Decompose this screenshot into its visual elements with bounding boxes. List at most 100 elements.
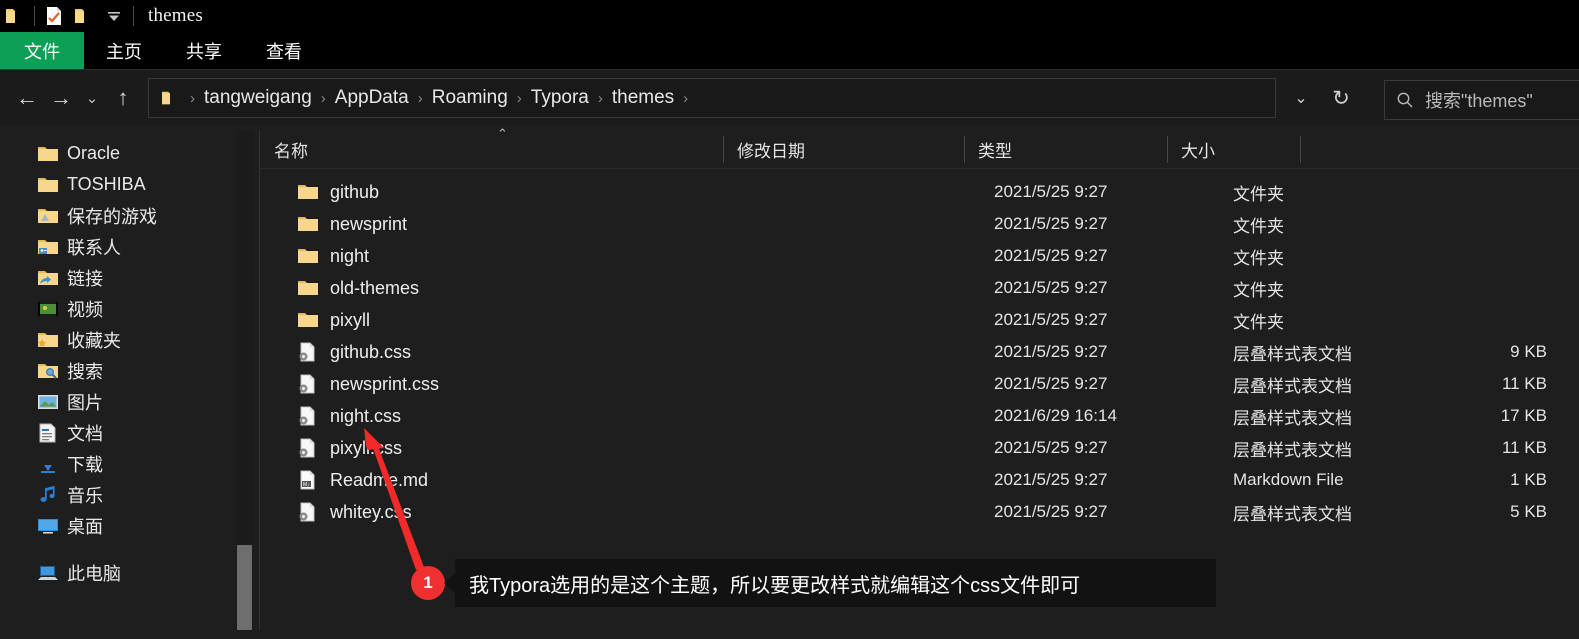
tab-home[interactable]: 主页	[84, 32, 164, 70]
file-name-cell[interactable]: M↓ Readme.md	[296, 469, 428, 491]
folder-icon[interactable]	[0, 1, 30, 31]
searches-folder-icon	[36, 360, 60, 382]
file-name-label: night	[330, 245, 370, 266]
customize-dropdown-icon[interactable]	[99, 1, 129, 31]
table-row[interactable]: pixyll 2021/5/25 9:27 文件夹	[260, 304, 1579, 336]
sidebar-item-label: 桌面	[67, 516, 103, 537]
column-divider[interactable]	[1167, 136, 1168, 163]
file-date-cell: 2021/5/25 9:27	[994, 182, 1108, 201]
column-header-type[interactable]: 类型	[964, 130, 1167, 168]
column-divider[interactable]	[723, 136, 724, 163]
file-list: github 2021/5/25 9:27 文件夹 newsprint 2021/5/2…	[260, 176, 1579, 556]
tab-share[interactable]: 共享	[164, 32, 244, 70]
column-divider[interactable]	[964, 136, 965, 163]
file-name-cell[interactable]: whitey.css	[296, 501, 412, 523]
navigation-bar: ← → ⌄ ↑ › tangweigang › AppData › Roamin…	[0, 70, 1579, 126]
file-name-cell[interactable]: night	[296, 245, 369, 267]
file-name-cell[interactable]: github.css	[296, 341, 411, 363]
file-type-cell: Markdown File	[1233, 470, 1344, 489]
previous-locations-button[interactable]: ⌄	[1284, 81, 1318, 115]
breadcrumb-separator[interactable]: ›	[678, 90, 693, 107]
breadcrumb-separator[interactable]: ›	[316, 90, 331, 107]
file-name-cell[interactable]: pixyll.css	[296, 437, 402, 459]
column-header-name[interactable]: 名称	[260, 130, 723, 168]
css-file-icon	[296, 373, 320, 395]
sidebar-item-label: TOSHIBA	[67, 174, 146, 194]
sidebar-item-保存的游戏[interactable]: 保存的游戏	[0, 200, 232, 231]
file-size-cell: 17 KB	[1500, 406, 1547, 425]
file-name-cell[interactable]: github	[296, 181, 379, 203]
table-row[interactable]: old-themes 2021/5/25 9:27 文件夹	[260, 272, 1579, 304]
table-row[interactable]: github 2021/5/25 9:27 文件夹	[260, 176, 1579, 208]
breadcrumb-item-themes[interactable]: themes	[608, 87, 678, 109]
file-name-label: Readme.md	[330, 469, 429, 490]
properties-icon[interactable]	[39, 1, 69, 31]
file-name-cell[interactable]: pixyll	[296, 309, 370, 331]
sidebar-item-Oracle[interactable]: Oracle	[0, 138, 232, 169]
breadcrumb-separator[interactable]: ›	[593, 90, 608, 107]
sidebar-item-视频[interactable]: 视频	[0, 293, 232, 324]
sidebar-item-文档[interactable]: 文档	[0, 417, 232, 448]
sidebar-item-图片[interactable]: 图片	[0, 386, 232, 417]
sidebar-item-音乐[interactable]: 音乐	[0, 479, 232, 510]
tab-file[interactable]: 文件	[0, 32, 84, 70]
refresh-button[interactable]: ↻	[1318, 81, 1364, 115]
sidebar-item-搜索[interactable]: 搜索	[0, 355, 232, 386]
file-type-cell: 层叠样式表文档	[1233, 408, 1352, 428]
sidebar-item-label: 链接	[67, 268, 103, 289]
table-row[interactable]: M↓ Readme.md 2021/5/25 9:27 Markdown File 1 …	[260, 464, 1579, 496]
sidebar-item-label: 联系人	[67, 237, 121, 258]
breadcrumb-item-roaming[interactable]: Roaming	[428, 87, 512, 109]
videos-folder-icon	[36, 298, 60, 320]
file-type-cell: 文件夹	[1233, 248, 1284, 268]
annotation-callout: 我Typora选用的是这个主题，所以要更改样式就编辑这个css文件即可	[455, 559, 1216, 607]
breadcrumb-separator[interactable]: ›	[185, 90, 200, 107]
file-name-cell[interactable]: old-themes	[296, 277, 419, 299]
table-row[interactable]: whitey.css 2021/5/25 9:27 层叠样式表文档 5 KB	[260, 496, 1579, 528]
tab-view[interactable]: 查看	[244, 32, 324, 70]
navigation-pane: Oracle TOSHIBA 保存的游戏联系人链接视频 收藏夹 搜索 图片 文档 下载 音乐桌面…	[0, 130, 232, 639]
table-row[interactable]: pixyll.css 2021/5/25 9:27 层叠样式表文档 11 KB	[260, 432, 1579, 464]
sidebar-item-链接[interactable]: 链接	[0, 262, 232, 293]
sidebar-item-联系人[interactable]: 联系人	[0, 231, 232, 262]
column-divider[interactable]	[1300, 136, 1301, 163]
links-folder-icon	[36, 267, 60, 289]
sidebar-item-桌面[interactable]: 桌面	[0, 510, 232, 541]
search-input[interactable]: 搜索"themes"	[1384, 80, 1579, 120]
breadcrumb-separator[interactable]: ›	[512, 90, 527, 107]
sidebar-item-TOSHIBA[interactable]: TOSHIBA	[0, 169, 232, 200]
file-name-cell[interactable]: night.css	[296, 405, 401, 427]
sidebar-item-收藏夹[interactable]: 收藏夹	[0, 324, 232, 355]
breadcrumb-item-typora[interactable]: Typora	[527, 87, 593, 109]
table-row[interactable]: github.css 2021/5/25 9:27 层叠样式表文档 9 KB	[260, 336, 1579, 368]
address-bar[interactable]: › tangweigang › AppData › Roaming › Typo…	[148, 78, 1276, 118]
sidebar-scrollbar-thumb[interactable]	[237, 545, 252, 639]
table-row[interactable]: newsprint 2021/5/25 9:27 文件夹	[260, 208, 1579, 240]
annotation-text: 我Typora选用的是这个主题，所以要更改样式就编辑这个css文件即可	[469, 574, 1081, 597]
file-name-cell[interactable]: newsprint.css	[296, 373, 439, 395]
up-button[interactable]: ↑	[106, 81, 140, 115]
breadcrumb-separator[interactable]: ›	[413, 90, 428, 107]
file-date-cell: 2021/5/25 9:27	[994, 278, 1108, 297]
table-row[interactable]: night 2021/5/25 9:27 文件夹	[260, 240, 1579, 272]
column-header-size[interactable]: 大小	[1167, 130, 1300, 168]
table-row[interactable]: newsprint.css 2021/5/25 9:27 层叠样式表文档 11 KB	[260, 368, 1579, 400]
sidebar-item-此电脑[interactable]: 此电脑	[0, 557, 232, 588]
back-button[interactable]: ←	[10, 81, 44, 115]
file-type-cell: 层叠样式表文档	[1233, 344, 1352, 364]
file-name-label: pixyll	[330, 309, 371, 330]
sidebar-item-下载[interactable]: 下载	[0, 448, 232, 479]
forward-button[interactable]: →	[44, 81, 78, 115]
folder-icon	[296, 245, 320, 267]
table-row[interactable]: night.css 2021/6/29 16:14 层叠样式表文档 17 KB	[260, 400, 1579, 432]
column-header-date[interactable]: 修改日期	[723, 130, 964, 168]
desktop-icon	[36, 515, 60, 537]
file-explorer-window: themes 文件 主页 共享 查看 ← → ⌄ ↑ › tangweigang…	[0, 0, 1579, 639]
recent-locations-button[interactable]: ⌄	[78, 81, 106, 115]
breadcrumb-folder-icon[interactable]	[155, 83, 185, 113]
breadcrumb-item-tangweigang[interactable]: tangweigang	[200, 87, 316, 109]
breadcrumb-item-appdata[interactable]: AppData	[331, 87, 413, 109]
new-folder-icon[interactable]	[69, 1, 99, 31]
file-name-cell[interactable]: newsprint	[296, 213, 407, 235]
file-type-cell: 层叠样式表文档	[1233, 376, 1352, 396]
